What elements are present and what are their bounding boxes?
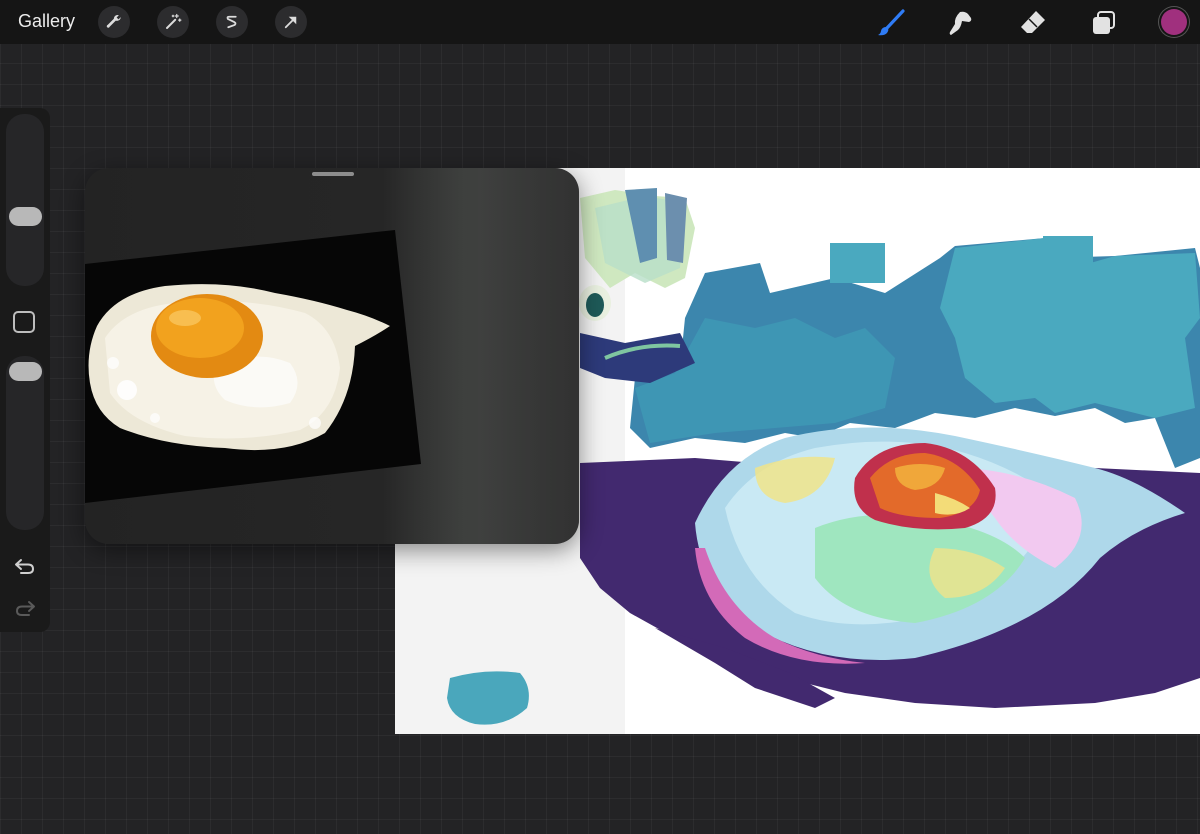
magic-wand-icon [166, 13, 182, 29]
smudge-icon [949, 11, 972, 35]
brush-tool[interactable] [875, 7, 907, 39]
eraser-tool[interactable] [1017, 7, 1049, 39]
reference-photo [85, 230, 421, 503]
actions-button[interactable] [98, 6, 130, 38]
top-toolbar: Gallery [0, 0, 1200, 44]
smudge-tool[interactable] [945, 7, 977, 39]
wrench-icon [106, 15, 121, 28]
reference-window[interactable] [85, 168, 579, 544]
brush-icon [878, 9, 905, 36]
transform-arrow-icon [284, 16, 297, 29]
layers-tool[interactable] [1088, 7, 1120, 39]
color-picker-button[interactable] [1161, 9, 1187, 35]
redo-icon[interactable] [13, 596, 37, 620]
undo-icon[interactable] [13, 554, 37, 578]
gallery-button[interactable]: Gallery [18, 11, 75, 32]
selection-button[interactable] [216, 6, 248, 38]
eraser-icon [1021, 11, 1045, 33]
brush-size-slider[interactable] [6, 114, 44, 286]
sidebar [0, 108, 50, 632]
modify-button[interactable] [13, 311, 35, 333]
transform-button[interactable] [275, 6, 307, 38]
brush-size-knob[interactable] [9, 207, 42, 226]
opacity-slider[interactable] [6, 356, 44, 530]
adjustments-button[interactable] [157, 6, 189, 38]
layers-icon [1093, 11, 1115, 34]
opacity-knob[interactable] [9, 362, 42, 381]
selection-icon [226, 15, 237, 29]
